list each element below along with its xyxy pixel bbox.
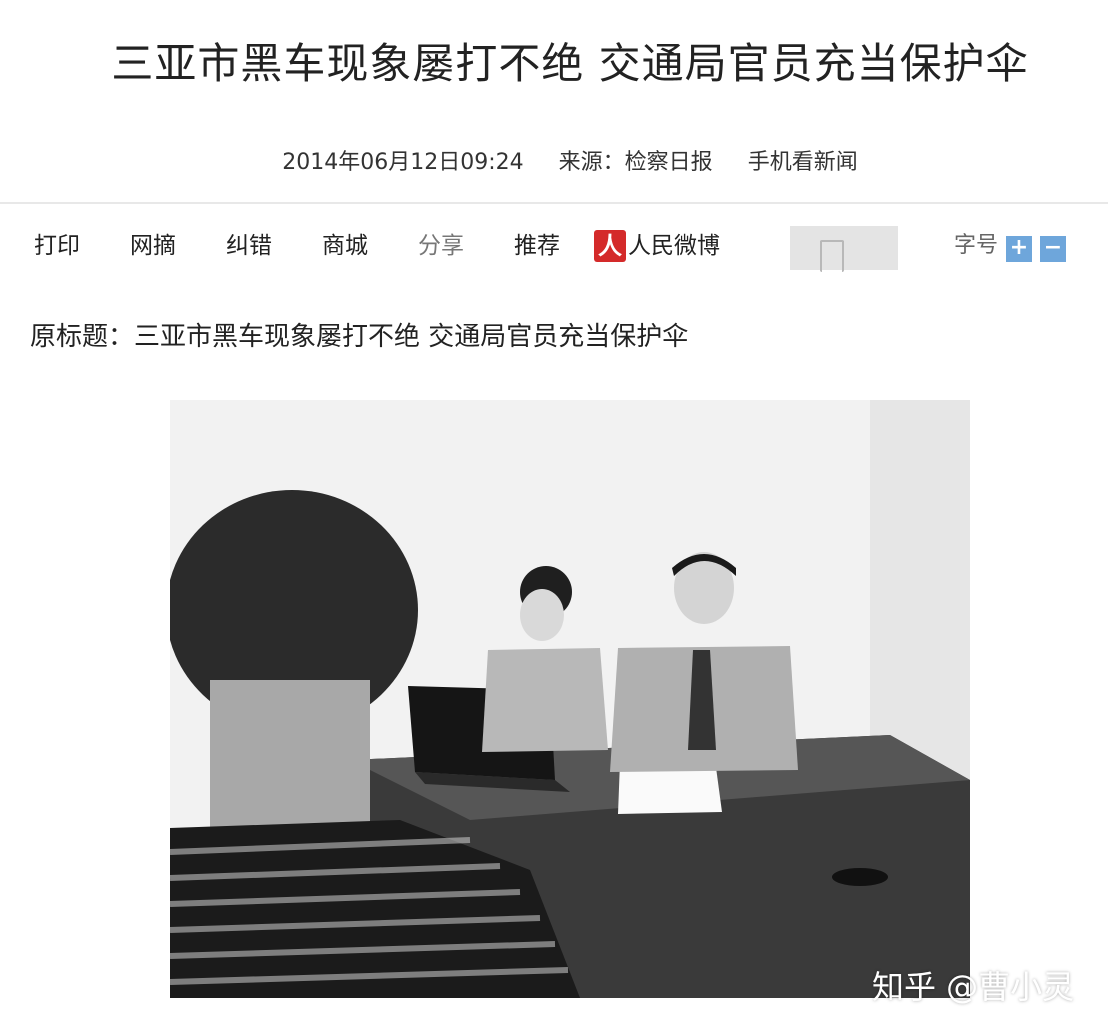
people-weibo-link[interactable]: 人民微博 — [628, 226, 720, 266]
share-button[interactable]: 分享 — [418, 226, 464, 266]
excerpt-button[interactable]: 网摘 — [130, 226, 176, 266]
source[interactable]: 来源：检察日报 — [559, 150, 713, 175]
shop-button[interactable]: 商城 — [322, 226, 368, 266]
image-placeholder[interactable] — [790, 226, 898, 272]
header-divider — [0, 202, 1108, 204]
article-meta: 2014年06月12日09:24 来源：检察日报 手机看新闻 — [0, 144, 1108, 176]
article-title: 三亚市黑车现象屡打不绝 交通局官员充当保护伞 — [111, 39, 1029, 88]
photo-scene — [170, 400, 970, 998]
document-placeholder-icon — [820, 240, 844, 272]
zhihu-watermark: 知乎 @曹小灵 — [872, 968, 1075, 1006]
publish-datetime: 2014年06月12日09:24 — [282, 150, 524, 175]
mobile-news-link[interactable]: 手机看新闻 — [748, 150, 858, 175]
font-size-label: 字号 — [954, 233, 999, 258]
original-title: 原标题：三亚市黑车现象屡打不绝 交通局官员充当保护伞 — [30, 322, 689, 352]
font-decrease-button[interactable]: − — [1040, 236, 1066, 262]
print-button[interactable]: 打印 — [34, 226, 80, 266]
recommend-button[interactable]: 推荐 — [514, 226, 560, 266]
correct-button[interactable]: 纠错 — [226, 226, 272, 266]
article-toolbar: 打印 网摘 纠错 商城 分享 推荐 人 人民微博 字号 + − — [0, 226, 1108, 272]
article-photo — [170, 400, 970, 998]
people-weibo-logo-icon[interactable]: 人 — [594, 230, 626, 262]
font-increase-button[interactable]: + — [1006, 236, 1032, 262]
